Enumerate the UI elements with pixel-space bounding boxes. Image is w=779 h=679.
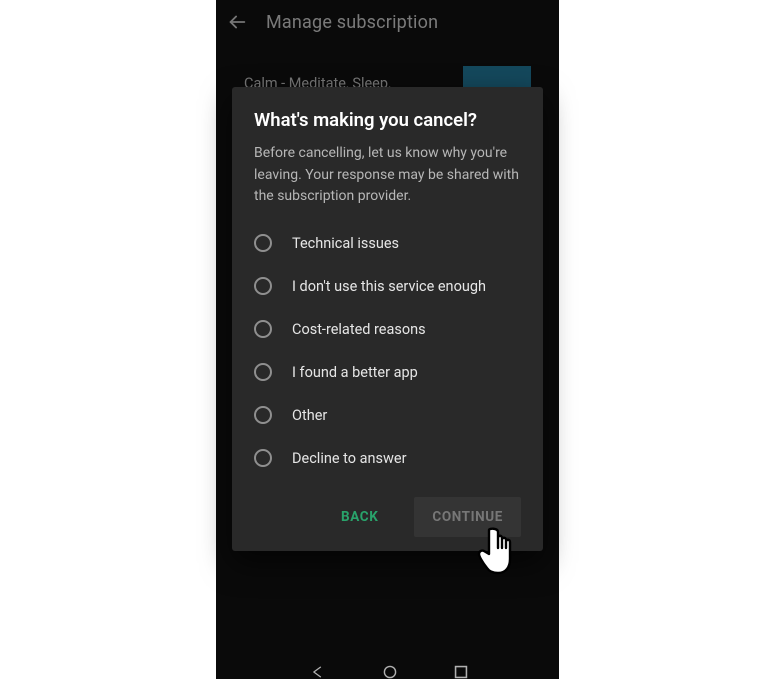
android-nav-bar [216, 665, 559, 679]
radio-icon [254, 234, 272, 252]
nav-home-icon[interactable] [380, 665, 400, 679]
radio-icon [254, 277, 272, 295]
cancel-reason-dialog: What's making you cancel? Before cancell… [232, 87, 543, 551]
reason-options: Technical issues I don't use this servic… [252, 226, 521, 475]
option-label: Technical issues [292, 235, 399, 252]
nav-recents-icon[interactable] [452, 665, 470, 679]
dialog-title: What's making you cancel? [254, 109, 521, 131]
option-technical-issues[interactable]: Technical issues [252, 226, 521, 260]
back-button[interactable]: BACK [323, 497, 396, 537]
back-arrow-icon[interactable] [226, 11, 248, 33]
option-label: I don't use this service enough [292, 278, 486, 295]
option-label: Cost-related reasons [292, 321, 426, 338]
radio-icon [254, 320, 272, 338]
radio-icon [254, 406, 272, 424]
radio-icon [254, 449, 272, 467]
page-title: Manage subscription [266, 12, 438, 33]
option-label: Decline to answer [292, 450, 407, 467]
dialog-description: Before cancelling, let us know why you'r… [254, 143, 521, 208]
dialog-actions: BACK CONTINUE [254, 497, 521, 537]
option-label: Other [292, 407, 327, 424]
radio-icon [254, 363, 272, 381]
continue-button: CONTINUE [414, 497, 521, 537]
nav-back-icon[interactable] [306, 665, 328, 679]
option-decline-to-answer[interactable]: Decline to answer [252, 441, 521, 475]
option-found-better-app[interactable]: I found a better app [252, 355, 521, 389]
option-other[interactable]: Other [252, 398, 521, 432]
option-dont-use-enough[interactable]: I don't use this service enough [252, 269, 521, 303]
option-label: I found a better app [292, 364, 418, 381]
app-bar: Manage subscription [216, 0, 559, 44]
option-cost-related[interactable]: Cost-related reasons [252, 312, 521, 346]
phone-screen: Manage subscription Calm - Meditate, Sle… [216, 0, 559, 679]
